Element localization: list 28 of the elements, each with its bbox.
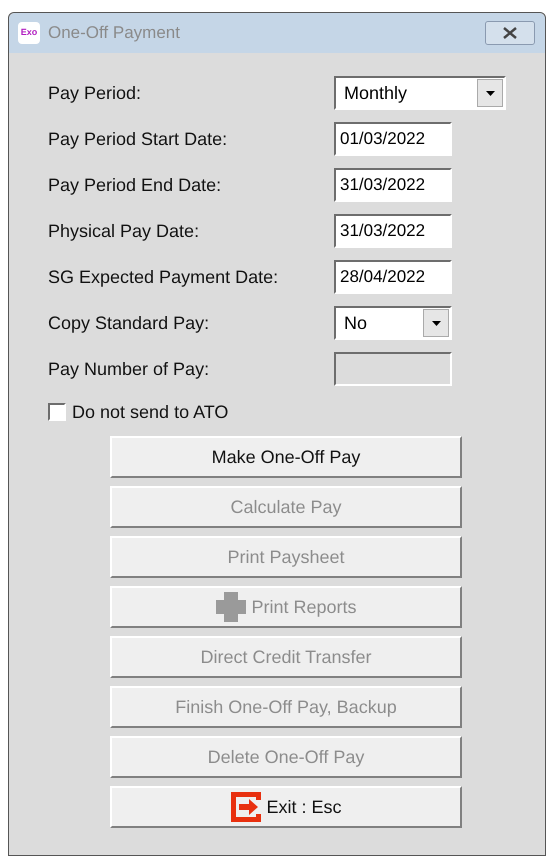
input-field[interactable]: 28/04/2022 xyxy=(334,260,452,294)
dropdown-value: Monthly xyxy=(343,82,408,105)
field-label: SG Expected Payment Date: xyxy=(48,266,280,289)
exit-icon xyxy=(230,791,262,823)
input-field[interactable]: 01/03/2022 xyxy=(334,122,452,156)
field-label: Physical Pay Date: xyxy=(48,220,200,243)
checkbox-label: Do not send to ATO xyxy=(72,400,228,424)
checkbox[interactable] xyxy=(48,403,66,421)
field-label: Pay Period End Date: xyxy=(48,174,222,197)
input-field[interactable]: 31/03/2022 xyxy=(334,214,452,248)
close-icon xyxy=(503,27,517,39)
field-label: Pay Period: xyxy=(48,82,142,105)
dropdown-arrow-icon xyxy=(432,320,440,326)
dropdown-arrow-icon xyxy=(486,90,494,96)
close-button[interactable] xyxy=(485,21,535,45)
dropdown-button[interactable] xyxy=(423,309,449,337)
input-field[interactable]: 31/03/2022 xyxy=(334,168,452,202)
dropdown[interactable]: No xyxy=(334,306,452,340)
field-label: Pay Period Start Date: xyxy=(48,128,228,151)
app-logo: Exo xyxy=(18,22,40,44)
action-button[interactable]: Make One-Off Pay xyxy=(110,436,462,478)
dropdown-button[interactable] xyxy=(477,79,503,107)
action-button[interactable]: Exit : Esc xyxy=(110,786,462,828)
dropdown-value: No xyxy=(343,312,368,334)
window-title: One-Off Payment xyxy=(48,22,180,44)
field-label: Pay Number of Pay: xyxy=(48,358,210,381)
dropdown[interactable]: Monthly xyxy=(334,76,506,110)
field-label: Copy Standard Pay: xyxy=(48,312,210,335)
